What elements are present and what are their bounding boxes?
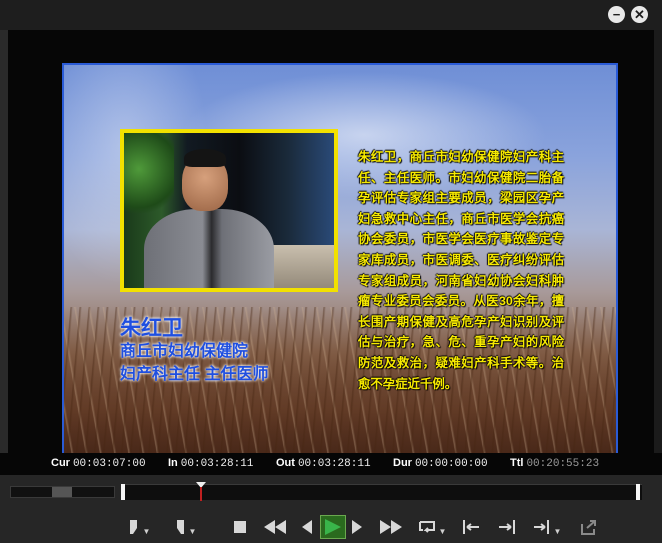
fast-rewind-icon [264, 520, 286, 534]
title-bar: − ✕ [0, 0, 662, 30]
step-back-icon [302, 520, 312, 534]
ttl-timecode: Ttl 00:20:55:23 [510, 457, 600, 470]
desk-image [264, 245, 334, 288]
mark-in-icon [129, 520, 137, 534]
export-icon [581, 520, 596, 535]
close-icon[interactable]: ✕ [631, 6, 648, 23]
jump-icon [533, 520, 549, 534]
go-to-in-icon [463, 520, 479, 534]
person-hair-image [184, 149, 226, 167]
mark-out-icon [176, 520, 184, 534]
dur-timecode: Dur 00:00:00:00 [393, 457, 488, 470]
chevron-down-icon: ▼ [188, 526, 197, 536]
plant-image [124, 133, 174, 223]
chevron-down-icon: ▼ [142, 526, 151, 536]
playhead-line [199, 487, 202, 501]
left-panel-edge [0, 30, 8, 475]
fast-forward-button[interactable] [378, 515, 404, 539]
doctor-title: 妇产科主任 主任医师 [120, 366, 269, 383]
mark-in-button[interactable]: ▼ [122, 515, 156, 539]
fast-forward-icon [380, 520, 402, 534]
step-forward-button[interactable] [348, 515, 366, 539]
timecode-bar: Cur 00:03:07:00 In 00:03:28:11 Out 00:03:28… [0, 453, 662, 475]
video-viewport[interactable]: 朱红卫 商丘市妇幼保健院 妇产科主任 主任医师 朱红卫，商丘市妇幼保健院妇产科主… [8, 30, 654, 479]
in-timecode: In 00:03:28:11 [168, 457, 254, 470]
transport-controls: ▼ ▼ ▼ ▼ [0, 513, 662, 543]
chevron-down-icon: ▼ [438, 526, 447, 536]
loop-button[interactable]: ▼ [414, 515, 450, 539]
doctor-photo [120, 129, 338, 292]
play-button[interactable] [320, 515, 346, 539]
scrub-area [0, 475, 662, 513]
doctor-org: 商丘市妇幼保健院 [120, 343, 249, 360]
stop-icon [234, 521, 246, 533]
export-button[interactable] [578, 515, 600, 539]
mark-out-button[interactable]: ▼ [168, 515, 202, 539]
video-frame: 朱红卫 商丘市妇幼保健院 妇产科主任 主任医师 朱红卫，商丘市妇幼保健院妇产科主… [62, 63, 618, 479]
step-forward-icon [352, 520, 362, 534]
step-back-button[interactable] [298, 515, 316, 539]
stop-button[interactable] [230, 515, 250, 539]
timeline-end-marker[interactable] [636, 484, 640, 500]
go-to-out-button[interactable] [494, 515, 518, 539]
loop-icon [418, 521, 435, 533]
fast-rewind-button[interactable] [262, 515, 288, 539]
chevron-down-icon: ▼ [553, 526, 562, 536]
out-timecode: Out 00:03:28:11 [276, 457, 371, 470]
person-body-image [144, 209, 274, 288]
jump-button[interactable]: ▼ [530, 515, 564, 539]
play-icon [325, 519, 341, 535]
timeline-start-marker[interactable] [121, 484, 125, 500]
jog-slider-thumb[interactable] [52, 487, 72, 497]
doctor-bio: 朱红卫，商丘市妇幼保健院妇产科主任、主任医师。市妇幼保健院二胎备孕评估专家组主要… [358, 150, 564, 391]
go-to-in-button[interactable] [460, 515, 484, 539]
cur-timecode: Cur 00:03:07:00 [51, 457, 146, 470]
minimize-icon[interactable]: − [608, 6, 625, 23]
go-to-out-icon [499, 520, 515, 534]
playhead[interactable] [195, 482, 206, 502]
